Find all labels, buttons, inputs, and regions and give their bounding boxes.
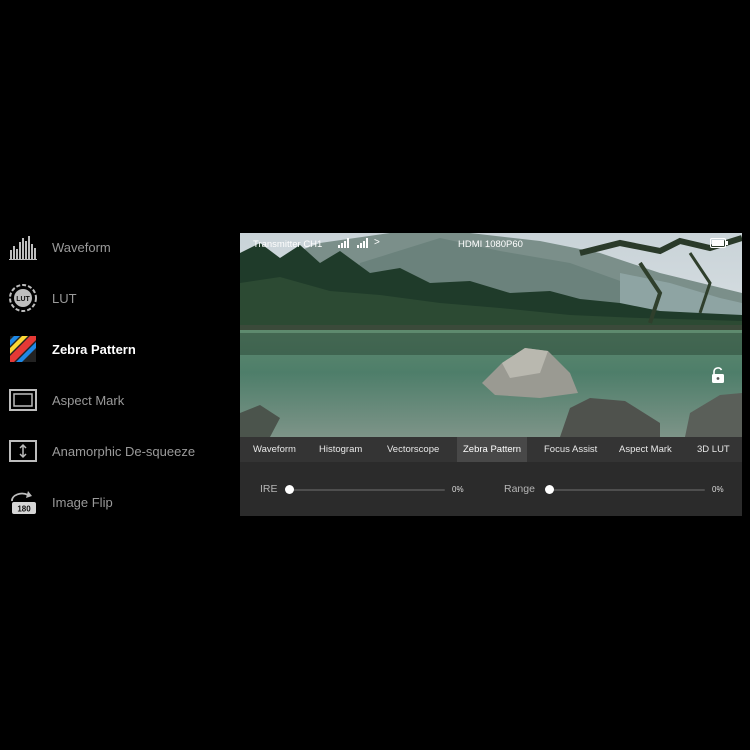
tab-zebra-pattern[interactable]: Zebra Pattern <box>457 437 528 462</box>
tool-tabs: Waveform Histogram Vectorscope Zebra Pat… <box>240 437 742 462</box>
image-flip-icon: 180 <box>8 487 38 517</box>
feature-aspect-mark[interactable]: Aspect Mark <box>8 380 124 420</box>
feature-label: LUT <box>52 290 77 306</box>
ire-label: IRE <box>260 483 278 495</box>
waveform-icon <box>8 232 38 262</box>
range-slider-track[interactable] <box>549 489 705 491</box>
feature-lut[interactable]: LUT LUT <box>8 278 77 318</box>
monitor-panel: Transmitter CH1 > HDMI 1080P60 Waveform … <box>240 233 742 516</box>
ire-value: 0% <box>452 485 464 494</box>
anamorphic-desqueeze-icon <box>8 436 38 466</box>
chevron-right-icon[interactable]: > <box>374 237 380 248</box>
range-label: Range <box>504 483 535 495</box>
aspect-mark-icon <box>8 385 38 415</box>
lut-icon: LUT <box>8 283 38 313</box>
feature-label: Image Flip <box>52 494 113 510</box>
feature-label: Waveform <box>52 239 111 255</box>
feature-anamorphic-desqueeze[interactable]: Anamorphic De-squeeze <box>8 431 195 471</box>
range-value: 0% <box>712 485 724 494</box>
feature-label: Anamorphic De-squeeze <box>52 443 196 459</box>
feature-image-flip[interactable]: 180 Image Flip <box>8 482 113 522</box>
unlock-icon[interactable] <box>711 367 725 383</box>
zebra-pattern-icon <box>8 334 38 364</box>
image-flip-icon-text: 180 <box>17 505 31 514</box>
tab-focus-assist[interactable]: Focus Assist <box>544 437 597 462</box>
ire-slider-track[interactable] <box>289 489 445 491</box>
tab-3d-lut[interactable]: 3D LUT <box>697 437 730 462</box>
lut-icon-text: LUT <box>16 296 30 303</box>
transmitter-channel[interactable]: Transmitter CH1 <box>253 239 322 250</box>
ire-slider-handle[interactable] <box>285 485 294 494</box>
zebra-controls: IRE 0% Range 0% <box>240 462 742 516</box>
tab-histogram[interactable]: Histogram <box>319 437 362 462</box>
feature-label: Aspect Mark <box>52 392 125 408</box>
tab-aspect-mark[interactable]: Aspect Mark <box>619 437 672 462</box>
video-resolution: HDMI 1080P60 <box>458 239 523 250</box>
signal-strength-icon <box>338 238 350 248</box>
range-slider-handle[interactable] <box>545 485 554 494</box>
video-preview: Transmitter CH1 > HDMI 1080P60 <box>240 233 742 437</box>
tab-waveform[interactable]: Waveform <box>253 437 296 462</box>
battery-icon <box>710 238 728 248</box>
feature-waveform[interactable]: Waveform <box>8 227 111 267</box>
lake-scene-image <box>240 233 742 437</box>
feature-label: Zebra Pattern <box>52 341 136 357</box>
tab-vectorscope[interactable]: Vectorscope <box>387 437 439 462</box>
status-bar: Transmitter CH1 > HDMI 1080P60 <box>240 233 742 255</box>
signal-strength-icon <box>357 238 369 248</box>
feature-zebra-pattern[interactable]: Zebra Pattern <box>8 329 136 369</box>
